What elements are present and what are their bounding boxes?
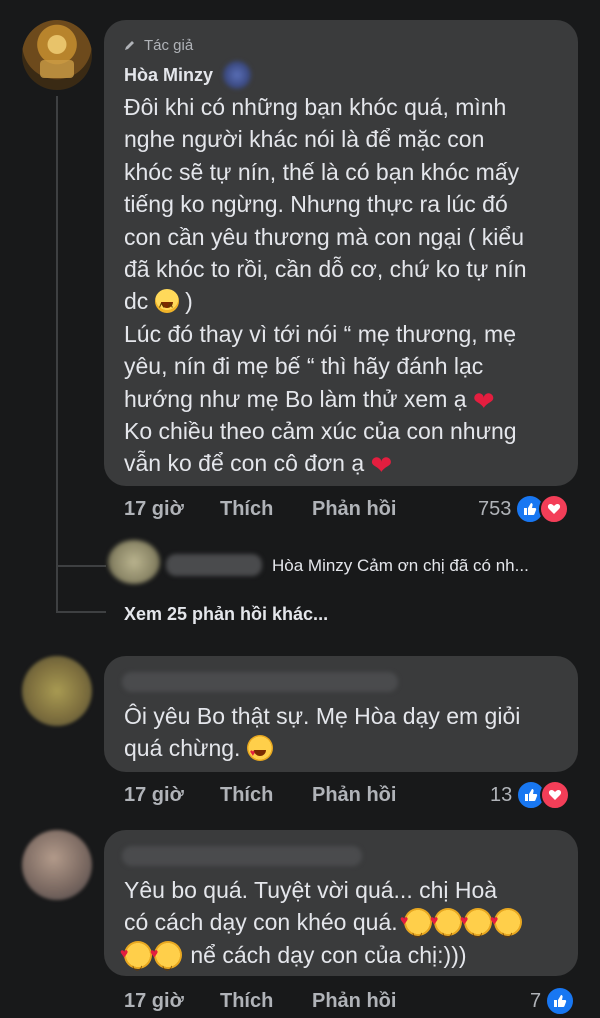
red-heart-emoji-icon: ❤ bbox=[472, 385, 495, 416]
comment-line: yêu, nín đi mẹ bế “ thì hãy đánh lạc bbox=[124, 353, 484, 380]
reaction-count[interactable]: 753 bbox=[478, 498, 511, 521]
smiling-face-with-hearts-emoji-icon bbox=[150, 937, 182, 981]
thread-line-vertical bbox=[56, 96, 58, 612]
red-heart-emoji-icon: ❤ bbox=[370, 450, 393, 481]
comment-text: Ôi yêu Bo thật sự. Mẹ Hòa dạy em giỏi qu… bbox=[124, 700, 521, 771]
commenter-avatar[interactable] bbox=[22, 656, 92, 726]
comment-line: nghe người khác nói là để mặc con bbox=[124, 126, 485, 153]
comment-bubble: Yêu bo quá. Tuyệt vời quá... chị Hoà có … bbox=[104, 830, 578, 981]
author-badge-label: Tác giả bbox=[144, 36, 194, 54]
comment-fragment: nể cách dạy con của chị:))) bbox=[184, 941, 467, 968]
reply-avatar[interactable] bbox=[108, 540, 160, 584]
comment-bubble-author: Tác giả Hòa Minzy Đôi khi có những bạn k… bbox=[104, 20, 578, 486]
smiling-face-with-hearts-emoji-icon bbox=[400, 904, 433, 949]
comment-line: Yêu bo quá. Tuyệt vời quá... chị Hoà bbox=[124, 877, 498, 903]
reaction-summary[interactable]: 13 bbox=[490, 780, 571, 810]
verified-badge-icon bbox=[223, 61, 252, 89]
comment-line: Đôi khi có những bạn khóc quá, mình bbox=[124, 94, 507, 120]
comment-fragment: ) bbox=[178, 288, 193, 315]
author-name-text[interactable]: Hòa Minzy bbox=[124, 65, 213, 86]
pencil-icon bbox=[125, 41, 134, 50]
comment-line-mixed: dc ) bbox=[124, 285, 560, 325]
comment-fragment: hướng như mẹ Bo làm thử xem ạ bbox=[124, 385, 467, 412]
reaction-count[interactable]: 7 bbox=[530, 990, 541, 1013]
comment-line: Lúc đó thay vì tới nói “ mẹ thương, mẹ bbox=[124, 320, 517, 347]
comment-time[interactable]: 17 giờ bbox=[124, 784, 220, 807]
like-button[interactable]: Thích bbox=[220, 498, 312, 521]
comment-line-mixed: có cách dạy con khéo quá. bbox=[124, 904, 524, 949]
reply-preview-text[interactable]: Hòa Minzy Cảm ơn chị đã có nh... bbox=[272, 556, 529, 576]
comment-line-mixed: vẫn ko để con cô đơn ạ ❤ bbox=[124, 447, 560, 479]
heart-icon bbox=[540, 780, 571, 810]
smiling-face-with-hearts-emoji-icon bbox=[490, 904, 523, 949]
reply-button[interactable]: Phản hồi bbox=[312, 498, 396, 521]
redacted-commenter-name bbox=[122, 846, 362, 866]
author-avatar[interactable] bbox=[22, 20, 92, 90]
thumbs-up-icon bbox=[545, 986, 576, 1016]
view-more-replies-link[interactable]: Xem 25 phản hồi khác... bbox=[124, 604, 328, 625]
comment-actions: 17 giờ Thích Phản hồi bbox=[124, 784, 396, 807]
redacted-reply-author bbox=[166, 554, 262, 576]
like-button[interactable]: Thích bbox=[220, 990, 312, 1013]
comment-bubble: Ôi yêu Bo thật sự. Mẹ Hòa dạy em giỏi qu… bbox=[104, 656, 578, 772]
reaction-summary[interactable]: 7 bbox=[530, 986, 576, 1016]
comment-line: tiếng ko ngừng. Nhưng thực ra lúc đó bbox=[124, 191, 508, 218]
comment-actions: 17 giờ Thích Phản hồi bbox=[124, 990, 396, 1013]
comment-line-mixed: nể cách dạy con của chị:))) bbox=[120, 937, 524, 981]
reaction-count[interactable]: 13 bbox=[490, 784, 512, 807]
heart-eyes-emoji-icon bbox=[246, 735, 273, 771]
comment-actions: 17 giờ Thích Phản hồi bbox=[124, 498, 396, 521]
thread-line-branch-2 bbox=[56, 611, 106, 613]
comment-line: khóc sẽ tự nín, thế là có bạn khóc mấy bbox=[124, 158, 520, 185]
comment-time[interactable]: 17 giờ bbox=[124, 990, 220, 1013]
comment-fragment: dc bbox=[124, 288, 149, 315]
comment-time[interactable]: 17 giờ bbox=[124, 498, 220, 521]
like-button[interactable]: Thích bbox=[220, 784, 312, 807]
reply-button[interactable]: Phản hồi bbox=[312, 990, 396, 1013]
comment-line: Ôi yêu Bo thật sự. Mẹ Hòa dạy em giỏi bbox=[124, 703, 521, 729]
smiling-face-with-hearts-emoji-icon bbox=[460, 904, 493, 949]
laughing-emoji-icon bbox=[154, 289, 179, 325]
heart-icon bbox=[539, 494, 570, 524]
comment-line: Ko chiều theo cảm xúc của con nhưng bbox=[124, 418, 517, 445]
comment-text: Đôi khi có những bạn khóc quá, mình nghe… bbox=[124, 91, 560, 480]
comment-line: đã khóc to rồi, cần dỗ cơ, chứ ko tự nín bbox=[124, 256, 527, 283]
reply-button[interactable]: Phản hồi bbox=[312, 784, 396, 807]
redacted-commenter-name bbox=[122, 672, 398, 692]
commenter-avatar[interactable] bbox=[22, 830, 92, 900]
comment-line-mixed: quá chừng. bbox=[124, 732, 520, 771]
thread-line-branch-1 bbox=[56, 565, 106, 567]
comment-line: con cần yêu thương mà con ngại ( kiểu bbox=[124, 223, 524, 250]
comment-fragment: quá chừng. bbox=[124, 735, 241, 762]
author-badge: Tác giả bbox=[124, 34, 560, 56]
comment-line-mixed: hướng như mẹ Bo làm thử xem ạ ❤ bbox=[124, 383, 560, 415]
reaction-summary[interactable]: 753 bbox=[478, 494, 570, 524]
comment-fragment: có cách dạy con khéo quá. bbox=[124, 909, 398, 936]
comment-text: Yêu bo quá. Tuyệt vời quá... chị Hoà có … bbox=[120, 874, 524, 981]
smiling-face-with-hearts-emoji-icon bbox=[120, 937, 152, 981]
comment-fragment: vẫn ko để con cô đơn ạ bbox=[124, 450, 365, 477]
comment-author-name[interactable]: Hòa Minzy bbox=[124, 61, 560, 89]
smiling-face-with-hearts-emoji-icon bbox=[430, 904, 463, 949]
